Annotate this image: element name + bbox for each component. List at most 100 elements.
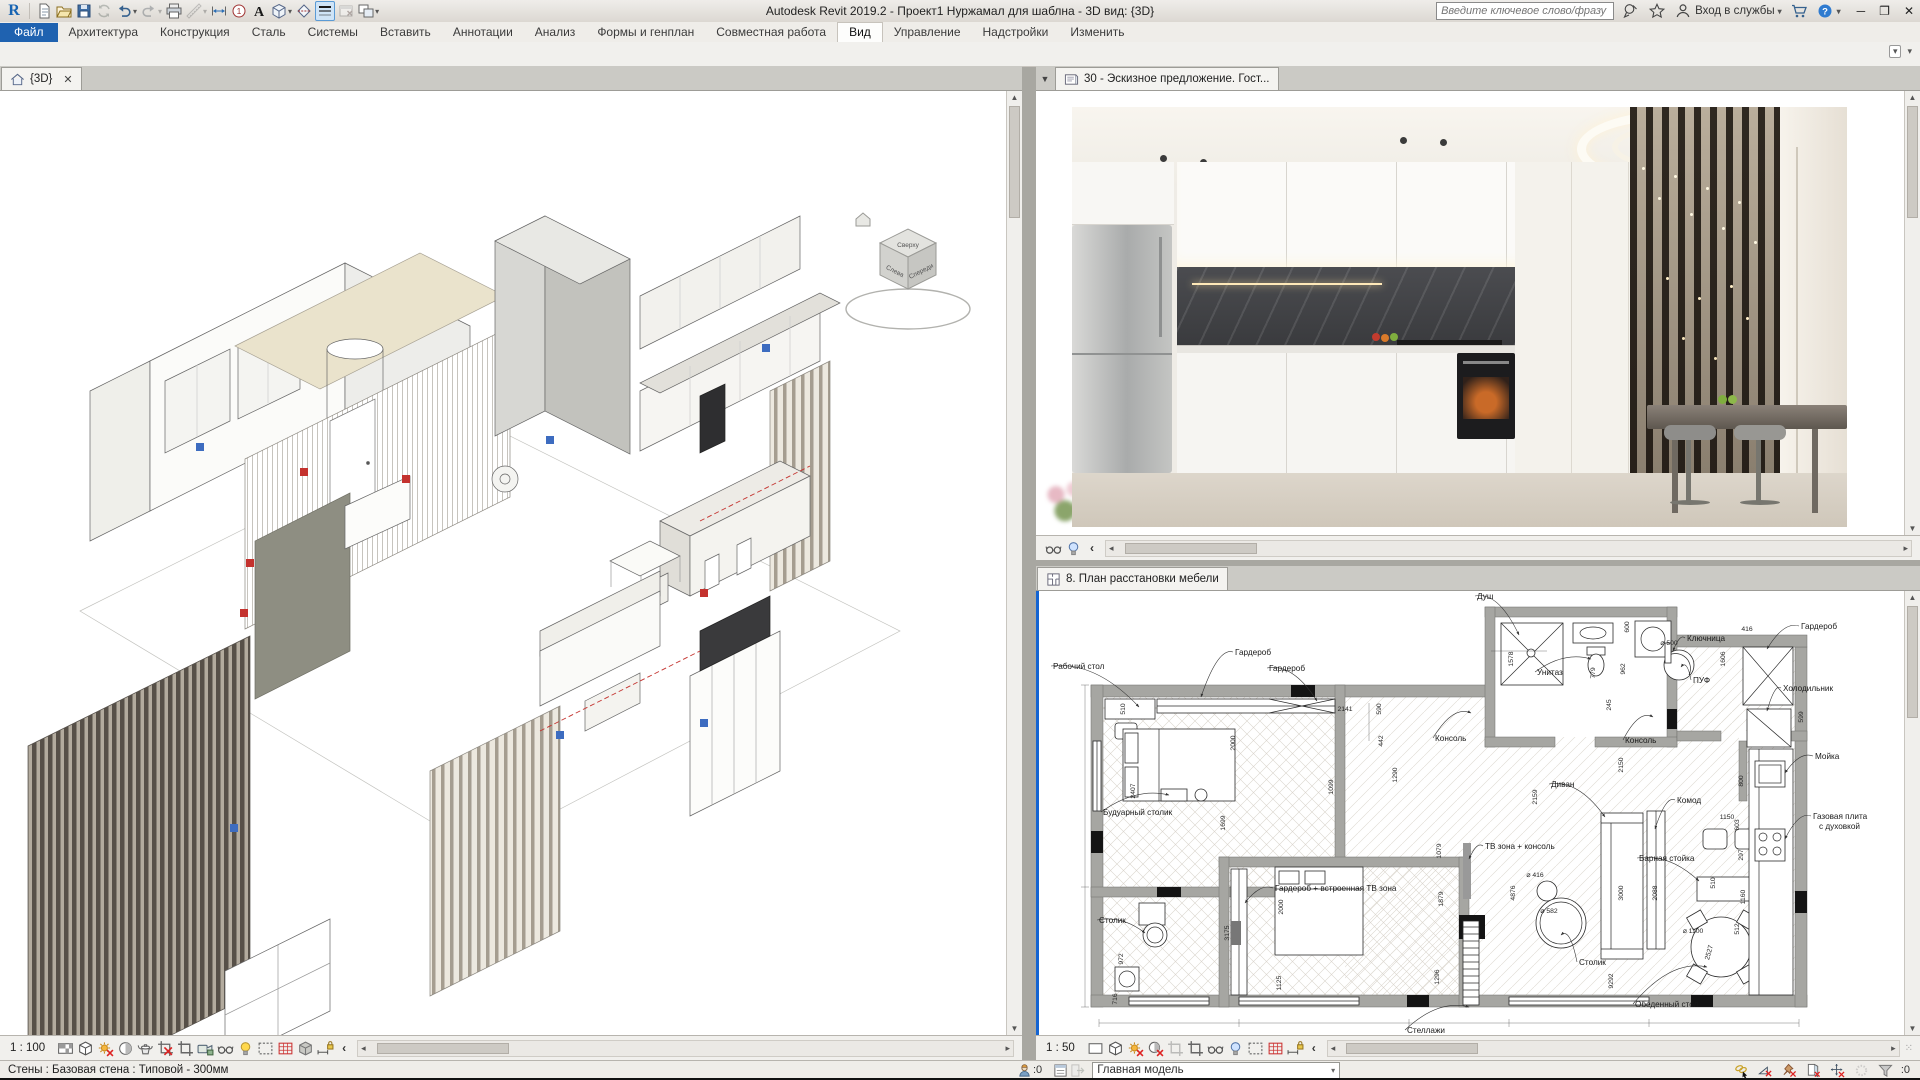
crop-icon[interactable] (176, 1039, 195, 1058)
scroll-left-icon[interactable]: ◂ (358, 1043, 369, 1054)
lockdim-icon[interactable] (1286, 1039, 1305, 1058)
view-tab-plan[interactable]: 8. План расстановки мебели (1037, 567, 1228, 590)
ribbon-tab-Вид[interactable]: Вид (837, 22, 883, 42)
open-icon[interactable] (55, 2, 73, 20)
measure-icon[interactable]: ▾ (185, 2, 208, 20)
properties-icon[interactable] (1052, 1061, 1069, 1079)
ribbon-tab-Конструкция[interactable]: Конструкция (149, 23, 241, 42)
doc-icon[interactable] (35, 2, 53, 20)
switch-icon[interactable]: ▾ (357, 2, 380, 20)
close-view-icon[interactable]: ✕ (63, 73, 72, 86)
isobox-icon[interactable] (76, 1039, 95, 1058)
ribbon-tab-Системы[interactable]: Системы (297, 23, 369, 42)
close-button[interactable]: ✕ (1904, 4, 1914, 18)
ribbon-tab-Сталь[interactable]: Сталь (241, 23, 297, 42)
ribbon-tab-Вставить[interactable]: Вставить (369, 23, 442, 42)
minimize-button[interactable]: ─ (1857, 4, 1866, 18)
glasses-icon[interactable] (216, 1039, 235, 1058)
worksets-icon[interactable] (1016, 1061, 1033, 1079)
dashbox-icon[interactable] (256, 1039, 275, 1058)
canvas-render[interactable] (1036, 91, 1904, 535)
scroll-thumb[interactable] (1009, 106, 1020, 218)
horizontal-scrollbar-render[interactable]: ◂ ▸ (1105, 539, 1912, 557)
scale-button[interactable]: 1 : 50 (1040, 1042, 1085, 1054)
design-option-select[interactable]: Главная модель ▾ (1092, 1061, 1341, 1079)
restore-button[interactable]: ❐ (1879, 4, 1890, 18)
ribbon-tab-Анализ[interactable]: Анализ (524, 23, 587, 42)
scale-button[interactable]: 1 : 100 (4, 1042, 55, 1054)
scroll-right-icon[interactable]: ▸ (1002, 1043, 1013, 1054)
lockdim-icon[interactable] (316, 1039, 335, 1058)
canvas-3d[interactable]: Сверху Слева Спереди (0, 91, 1006, 1035)
resize-grip[interactable]: ⁙ (1905, 1043, 1916, 1054)
bulbB-icon[interactable] (1226, 1039, 1245, 1058)
sunx-icon[interactable] (1126, 1039, 1145, 1058)
doorx-icon[interactable] (1805, 1061, 1822, 1079)
favorites-star-icon[interactable] (1648, 2, 1666, 20)
save-icon[interactable] (75, 2, 93, 20)
redgrid-icon[interactable] (1266, 1039, 1285, 1058)
redgrid-icon[interactable] (276, 1039, 295, 1058)
checker-icon[interactable] (56, 1039, 75, 1058)
help-menu[interactable]: ▾ (1816, 2, 1841, 20)
horizontal-scrollbar-plan[interactable]: ◂ ▸ (1326, 1039, 1900, 1057)
graybox-icon[interactable] (296, 1039, 315, 1058)
ribbon-tab-Архитектура[interactable]: Архитектура (58, 23, 150, 42)
ribbon-tab-Управление[interactable]: Управление (883, 23, 972, 42)
isobox-icon[interactable] (1106, 1039, 1125, 1058)
help-search-input[interactable] (1436, 2, 1615, 20)
ribbon-tab-Надстройки[interactable]: Надстройки (972, 23, 1060, 42)
revit-logo[interactable]: R (4, 2, 24, 20)
dim-icon[interactable] (210, 2, 228, 20)
shadow-icon[interactable] (116, 1039, 135, 1058)
ribbon-tab-Формы и генплан[interactable]: Формы и генплан (586, 23, 705, 42)
collapse-icon[interactable]: ‹ (1084, 541, 1100, 555)
shadowx-icon[interactable] (1146, 1039, 1165, 1058)
undo-icon[interactable]: ▾ (115, 2, 138, 20)
slopex-icon[interactable] (1757, 1061, 1774, 1079)
crop-icon[interactable] (1166, 1039, 1185, 1058)
vertical-scrollbar-3d[interactable]: ▲ ▼ (1006, 91, 1022, 1035)
dimgear-icon[interactable] (1853, 1061, 1870, 1079)
redo-icon[interactable]: ▾ (140, 2, 163, 20)
scroll-up-icon[interactable]: ▲ (1011, 93, 1019, 102)
camlock-icon[interactable] (196, 1039, 215, 1058)
glasses-icon[interactable] (1206, 1039, 1225, 1058)
ribbon-tab-Аннотации[interactable]: Аннотации (442, 23, 524, 42)
collapse-icon[interactable]: ‹ (1306, 1041, 1322, 1055)
tab-overflow-icon[interactable]: ▼ (1036, 68, 1054, 90)
communication-center-icon[interactable] (1622, 2, 1640, 20)
view-tab-3d[interactable]: {3D} ✕ (1, 67, 82, 90)
sync-icon[interactable] (95, 2, 113, 20)
scroll-down-icon[interactable]: ▼ (1011, 1024, 1019, 1033)
ribbon-tab-Файл[interactable]: Файл (0, 23, 58, 42)
teapot-icon[interactable] (136, 1039, 155, 1058)
horizontal-scrollbar-3d[interactable]: ◂ ▸ (357, 1039, 1014, 1057)
thin-icon[interactable] (315, 1, 336, 21)
collapse-icon[interactable]: ‹ (336, 1041, 352, 1055)
ribbon-tab-Совместная работа[interactable]: Совместная работа (705, 23, 837, 42)
closewin-icon[interactable] (337, 2, 355, 20)
viewcube[interactable]: Сверху Слева Спереди (845, 212, 971, 330)
view-tab-render[interactable]: 30 - Эскизное предложение. Гост... (1055, 67, 1279, 90)
ribbon-display-toggle[interactable]: ▾ ▾ (1888, 45, 1912, 58)
ribbon-tab-Изменить[interactable]: Изменить (1059, 23, 1135, 42)
bulbB-icon[interactable] (1064, 539, 1083, 558)
filter-icon[interactable] (1877, 1061, 1894, 1079)
vertical-scrollbar-plan[interactable]: ▲ ▼ (1904, 591, 1920, 1035)
sunx-icon[interactable] (96, 1039, 115, 1058)
section-icon[interactable] (295, 2, 313, 20)
exchange-apps-cart-icon[interactable] (1790, 2, 1808, 20)
canvas-plan[interactable]: Рабочий стол Гардероб Гардероб Будуарный ст… (1036, 591, 1904, 1035)
sign-in-menu[interactable]: Вход в службы ▾ (1674, 2, 1782, 20)
pinx-icon[interactable] (1781, 1061, 1798, 1079)
cropx-icon[interactable] (156, 1039, 175, 1058)
dashbox-icon[interactable] (1246, 1039, 1265, 1058)
vertical-scrollbar-render[interactable]: ▲ ▼ (1904, 91, 1920, 535)
tag-icon[interactable] (230, 2, 248, 20)
print-icon[interactable] (165, 2, 183, 20)
linksel-icon[interactable] (1733, 1061, 1750, 1079)
glasses-icon[interactable] (1044, 539, 1063, 558)
cube-icon[interactable]: ▾ (270, 2, 293, 20)
movex-icon[interactable] (1829, 1061, 1846, 1079)
